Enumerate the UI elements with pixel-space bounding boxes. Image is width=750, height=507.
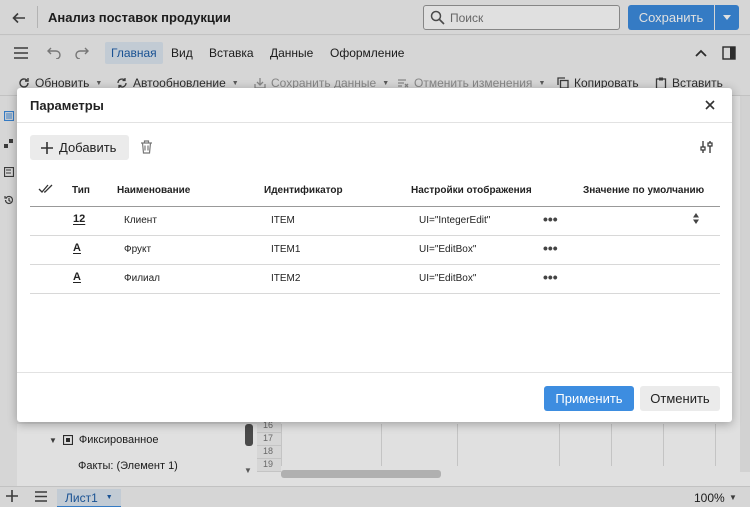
settings-sliders-icon[interactable] [700,140,714,157]
table-row[interactable]: 12 Клиент ITEM UI="IntegerEdit" ••• [30,207,720,236]
parameters-dialog: Параметры Добавить Тип Наименование Иден… [17,88,732,422]
param-identifier[interactable]: ITEM2 [271,273,300,284]
param-name[interactable]: Клиент [124,215,157,226]
divider [17,372,732,373]
column-header-type[interactable]: Тип [72,185,90,196]
param-identifier[interactable]: ITEM1 [271,244,300,255]
param-name[interactable]: Филиал [124,273,160,284]
dialog-title: Параметры [30,98,104,113]
column-header-default[interactable]: Значение по умолчанию [583,185,704,196]
spinner-icon[interactable] [693,213,699,227]
add-parameter-button[interactable]: Добавить [30,135,129,160]
more-icon[interactable]: ••• [543,240,558,256]
integer-type-icon: 12 [73,213,86,225]
table-row[interactable]: A Фрукт ITEM1 UI="EditBox" ••• [30,236,720,265]
divider [17,122,732,123]
apply-button[interactable]: Применить [544,386,634,411]
param-identifier[interactable]: ITEM [271,215,295,226]
more-icon[interactable]: ••• [543,269,558,285]
add-parameter-label: Добавить [59,140,117,155]
plus-icon [41,141,53,154]
param-display[interactable]: UI="EditBox" [419,273,476,284]
more-icon[interactable]: ••• [543,211,558,227]
close-icon[interactable] [702,97,718,113]
cancel-button[interactable]: Отменить [640,386,720,411]
param-name[interactable]: Фрукт [124,244,151,255]
trash-icon[interactable] [140,140,153,157]
param-display[interactable]: UI="IntegerEdit" [419,215,490,226]
select-all-checkmark-icon[interactable] [38,184,54,197]
string-type-icon: A [73,271,81,283]
column-header-name[interactable]: Наименование [117,185,190,196]
table-row[interactable]: A Филиал ITEM2 UI="EditBox" ••• [30,265,720,294]
parameters-table-header: Тип Наименование Идентификатор Настройки… [30,177,720,207]
param-display[interactable]: UI="EditBox" [419,244,476,255]
column-header-display[interactable]: Настройки отображения [411,185,532,196]
column-header-identifier[interactable]: Идентификатор [264,185,343,196]
string-type-icon: A [73,242,81,254]
